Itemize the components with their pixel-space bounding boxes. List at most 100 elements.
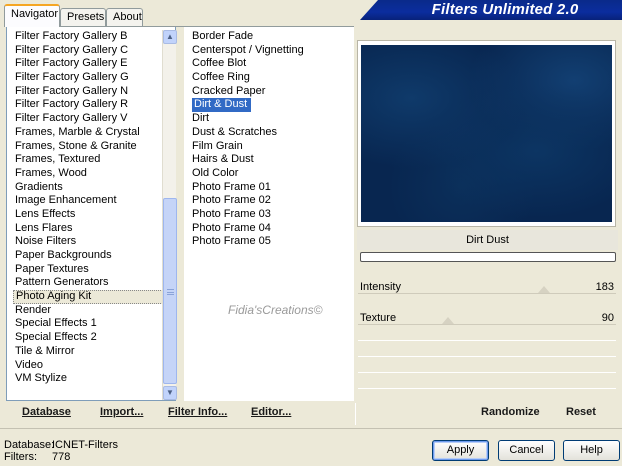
slider-label: Texture	[360, 312, 397, 324]
status-database: Database: ICNET-Filters	[4, 439, 118, 451]
filter-item-label: Dirt & Dust	[192, 98, 252, 113]
slider-label: Intensity	[360, 281, 401, 293]
category-item[interactable]: Render	[13, 304, 163, 318]
slider-track[interactable]	[358, 293, 616, 294]
slider-texture[interactable]: Texture 90	[358, 309, 616, 335]
category-item[interactable]: Frames, Textured	[13, 153, 163, 167]
status-value: ICNET-Filters	[52, 439, 118, 451]
slider-value: 183	[595, 281, 614, 293]
category-item[interactable]: Pattern Generators	[13, 276, 163, 290]
filter-item[interactable]: Hairs & Dust	[190, 153, 350, 167]
category-item[interactable]: Filter Factory Gallery B	[13, 30, 163, 44]
status-value: 778	[52, 451, 71, 463]
cancel-button[interactable]: Cancel	[498, 440, 555, 461]
divider	[358, 356, 616, 357]
randomize-button[interactable]: Randomize	[481, 406, 540, 418]
divider	[358, 340, 616, 341]
filter-item[interactable]: Photo Frame 01	[190, 181, 350, 195]
filter-item[interactable]: Dirt	[190, 112, 350, 126]
editor-button[interactable]: Editor...	[251, 406, 291, 418]
slider-thumb[interactable]	[442, 317, 455, 324]
status-label: Database:	[4, 439, 55, 451]
filter-list-panel[interactable]: Border Fade Centerspot / Vignetting Coffee…	[184, 27, 354, 401]
category-item[interactable]: Filter Factory Gallery E	[13, 57, 163, 71]
category-item[interactable]: Filter Factory Gallery R	[13, 98, 163, 112]
filter-item-label: Dirt	[192, 112, 210, 125]
database-button[interactable]: Database	[22, 406, 71, 418]
preview-image	[361, 45, 612, 222]
category-list[interactable]: Filter Factory Gallery B Filter Factory G…	[13, 30, 163, 386]
filter-item-label: Cracked Paper	[192, 84, 266, 97]
category-item[interactable]: Filter Factory Gallery V	[13, 112, 163, 126]
filter-item[interactable]: Old Color	[190, 167, 350, 181]
scroll-down-button[interactable]: ▼	[163, 386, 177, 400]
filter-item-label: Photo Frame 05	[192, 235, 271, 248]
import-button[interactable]: Import...	[100, 406, 143, 418]
category-item[interactable]: Lens Flares	[13, 222, 163, 236]
scroll-up-button[interactable]: ▲	[163, 30, 177, 44]
category-list-panel[interactable]: Filter Factory Gallery B Filter Factory G…	[6, 27, 176, 401]
filter-item-label: Old Color	[192, 166, 239, 179]
category-item[interactable]: Filter Factory Gallery C	[13, 44, 163, 58]
reset-button[interactable]: Reset	[566, 406, 596, 418]
category-item[interactable]: Paper Textures	[13, 263, 163, 277]
watermark: Fidia'sCreations©	[228, 303, 323, 317]
filter-item[interactable]: Photo Frame 04	[190, 222, 350, 236]
category-item[interactable]: Frames, Marble & Crystal	[13, 126, 163, 140]
filter-item[interactable]: Cracked Paper	[190, 85, 350, 99]
category-item[interactable]: Paper Backgrounds	[13, 249, 163, 263]
footer-divider	[0, 428, 622, 429]
filter-item-label: Centerspot / Vignetting	[192, 43, 304, 56]
divider	[358, 372, 616, 373]
filter-item[interactable]: Photo Frame 03	[190, 208, 350, 222]
filter-item-label: Film Grain	[192, 139, 243, 152]
toolbar-divider	[355, 403, 356, 425]
filter-item[interactable]: Photo Frame 02	[190, 194, 350, 208]
filter-item[interactable]: Film Grain	[190, 140, 350, 154]
filter-item[interactable]: Centerspot / Vignetting	[190, 44, 350, 58]
filter-item-label: Hairs & Dust	[192, 153, 254, 166]
filter-item[interactable]: Photo Frame 05	[190, 235, 350, 249]
category-item[interactable]: Special Effects 1	[13, 317, 163, 331]
app-title: Filters Unlimited 2.0	[431, 1, 579, 18]
status-label: Filters:	[4, 451, 37, 463]
filter-item[interactable]: Dirt & Dust	[190, 98, 350, 113]
category-item[interactable]: Image Enhancement	[13, 194, 163, 208]
category-item[interactable]: Frames, Wood	[13, 167, 163, 181]
category-scrollbar[interactable]: ▲ ▼	[162, 30, 177, 400]
tab-navigator[interactable]: Navigator	[4, 4, 60, 27]
filter-item-label: Coffee Ring	[192, 71, 250, 84]
filter-item-label: Photo Frame 04	[192, 221, 271, 234]
effect-name: Dirt Dust	[357, 230, 618, 250]
category-item[interactable]: Special Effects 2	[13, 331, 163, 345]
filter-item[interactable]: Border Fade	[190, 30, 350, 44]
progress-bar	[360, 252, 616, 262]
category-item[interactable]: Frames, Stone & Granite	[13, 140, 163, 154]
filter-item[interactable]: Coffee Blot	[190, 57, 350, 71]
tab-presets[interactable]: Presets	[60, 8, 106, 26]
category-item[interactable]: VM Stylize	[13, 372, 163, 386]
grip-icon	[167, 289, 174, 295]
filter-item-label: Border Fade	[192, 30, 254, 42]
category-item[interactable]: Filter Factory Gallery N	[13, 85, 163, 99]
tab-about[interactable]: About	[106, 8, 143, 26]
filter-item[interactable]: Coffee Ring	[190, 71, 350, 85]
scroll-thumb[interactable]	[163, 198, 177, 384]
category-item[interactable]: Gradients	[13, 181, 163, 195]
slider-track[interactable]	[358, 324, 616, 325]
help-button[interactable]: Help	[563, 440, 620, 461]
category-item[interactable]: Tile & Mirror	[13, 345, 163, 359]
slider-thumb[interactable]	[537, 286, 550, 293]
filter-item-label: Coffee Blot	[192, 57, 247, 70]
category-item[interactable]: Photo Aging Kit	[13, 290, 163, 304]
category-item[interactable]: Video	[13, 359, 163, 373]
category-item[interactable]: Noise Filters	[13, 235, 163, 249]
category-item[interactable]: Filter Factory Gallery G	[13, 71, 163, 85]
filter-item[interactable]: Dust & Scratches	[190, 126, 350, 140]
apply-button[interactable]: Apply	[432, 440, 489, 461]
filter-info-button[interactable]: Filter Info...	[168, 406, 227, 418]
filter-list[interactable]: Border Fade Centerspot / Vignetting Coffee…	[190, 30, 350, 249]
slider-intensity[interactable]: Intensity 183	[358, 278, 616, 304]
filter-item-label: Photo Frame 01	[192, 180, 271, 193]
category-item[interactable]: Lens Effects	[13, 208, 163, 222]
